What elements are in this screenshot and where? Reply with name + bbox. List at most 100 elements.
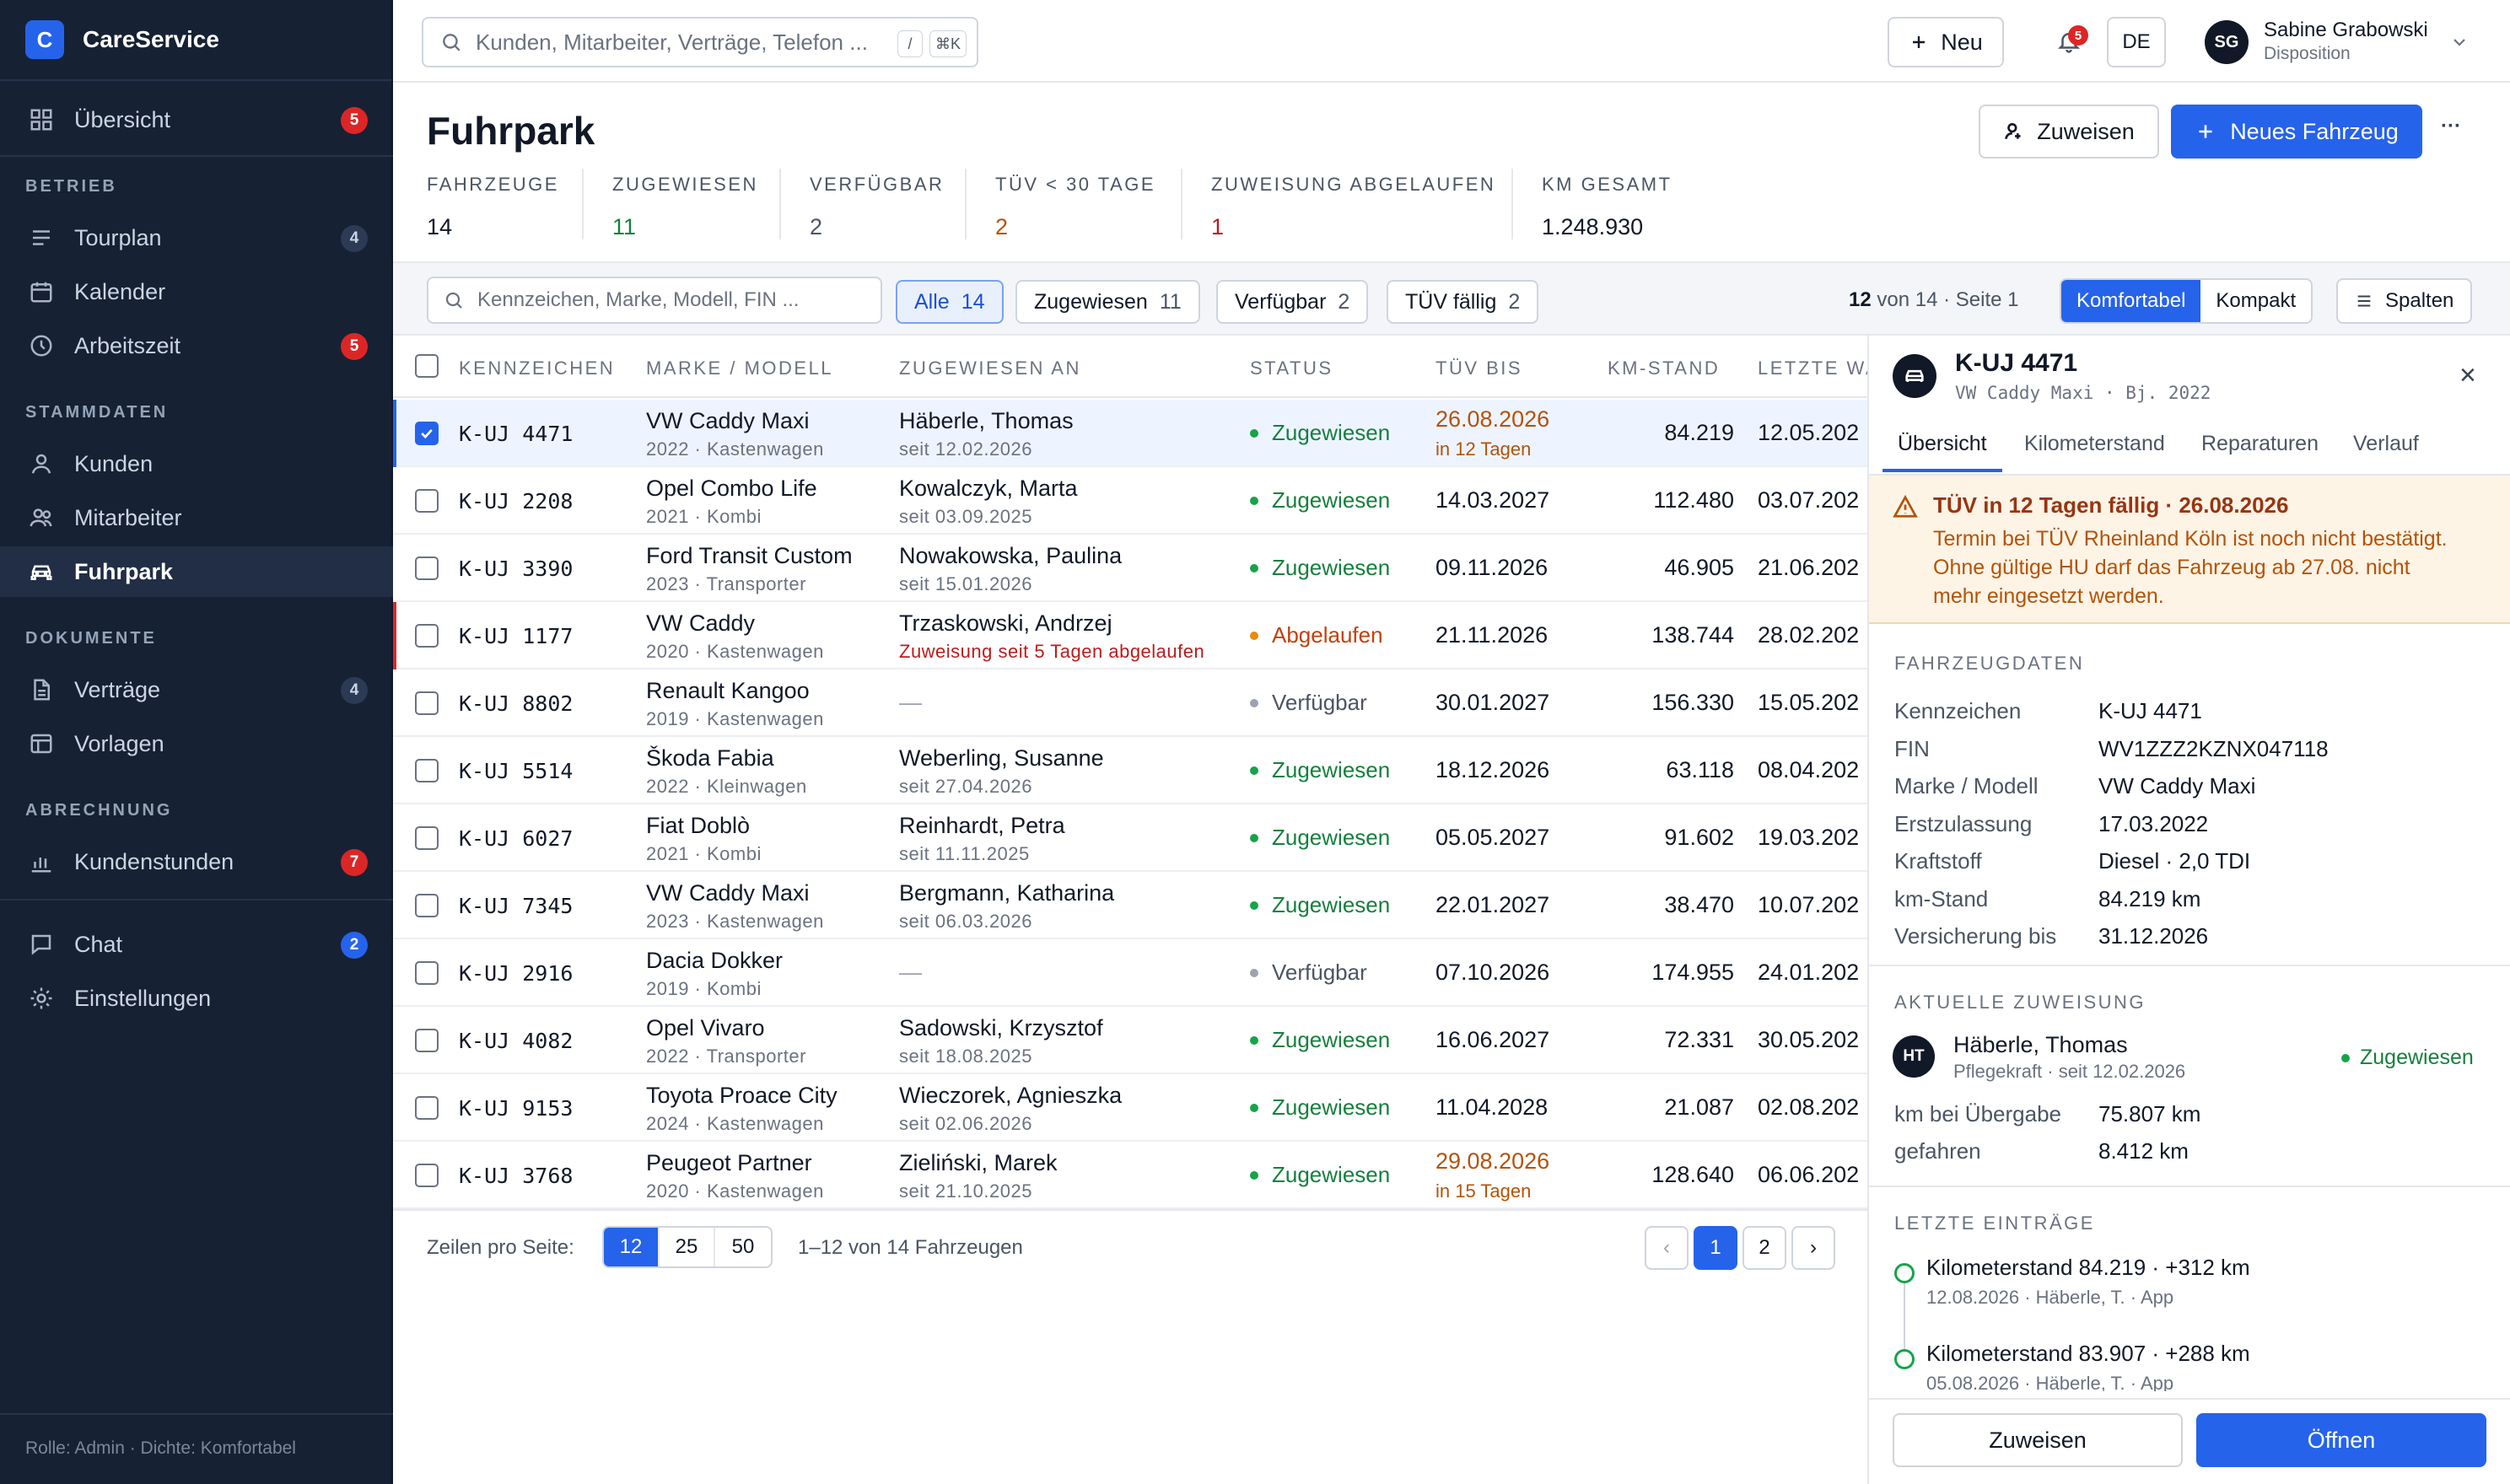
sidebar-item-tourplan[interactable]: Tourplan 4: [0, 212, 393, 263]
page-size-25[interactable]: 25: [660, 1228, 715, 1266]
filter-chip-alle[interactable]: Alle 14: [896, 280, 1004, 324]
stat-1: FAHRZEUGE 14: [427, 174, 559, 240]
row-checkbox[interactable]: [415, 894, 439, 917]
assigned-since: seit 18.08.2025: [899, 1046, 1032, 1067]
sidebar-item-fuhrpark[interactable]: Fuhrpark: [0, 546, 393, 597]
user-menu[interactable]: SG Sabine Grabowski Disposition: [2205, 15, 2491, 69]
sidebar-item-uebersicht[interactable]: Übersicht 5: [0, 94, 393, 145]
table-row[interactable]: K-UJ 2916 Dacia Dokker 2019 · Kombi — Ve…: [393, 939, 1867, 1007]
tab-kilometerstand[interactable]: Kilometerstand: [2024, 432, 2165, 456]
sidebar-item-kalender[interactable]: Kalender: [0, 266, 393, 317]
status-dot: [1250, 766, 1258, 775]
page-size-50[interactable]: 50: [715, 1228, 771, 1266]
sidebar-item-chat[interactable]: Chat 2: [0, 919, 393, 970]
row-checkbox[interactable]: [415, 961, 439, 985]
close-icon[interactable]: ×: [2459, 359, 2476, 392]
entry-title[interactable]: Kilometerstand 83.907 · +288 km: [1926, 1341, 2250, 1367]
app-logo[interactable]: C: [25, 20, 64, 59]
count-badge: 5: [341, 107, 368, 134]
more-options-button[interactable]: ···: [2441, 115, 2461, 138]
filter-chip-verfuegbar[interactable]: Verfügbar 2: [1216, 280, 1369, 324]
column-header-km-stand[interactable]: KM-STAND: [1608, 358, 1720, 379]
assignee: Weberling, Susanne: [899, 745, 1104, 771]
field-label: gefahren: [1894, 1138, 1981, 1164]
table-row[interactable]: K-UJ 1177 VW Caddy 2020 · Kastenwagen Tr…: [393, 602, 1867, 669]
timeline-line: [1904, 1273, 1905, 1349]
rows-per-page-label: Zeilen pro Seite:: [427, 1236, 574, 1259]
density-kompakt[interactable]: Kompakt: [2200, 280, 2311, 322]
table-row[interactable]: K-UJ 8802 Renault Kangoo 2019 · Kastenwa…: [393, 669, 1867, 737]
tab-uebersicht[interactable]: Übersicht: [1882, 432, 2002, 472]
sidebar-item-einstellungen[interactable]: Einstellungen: [0, 973, 393, 1024]
row-checkbox[interactable]: [415, 826, 439, 850]
sidebar-item-arbeitszeit[interactable]: Arbeitszeit 5: [0, 320, 393, 371]
table-row[interactable]: K-UJ 7345 VW Caddy Maxi 2023 · Kastenwag…: [393, 872, 1867, 939]
row-checkbox[interactable]: [415, 1029, 439, 1052]
filter-chip-tuev-faellig[interactable]: TÜV fällig 2: [1387, 280, 1539, 324]
check-icon: [421, 428, 433, 439]
density-komfortabel[interactable]: Komfortabel: [2061, 280, 2201, 322]
row-checkbox[interactable]: [415, 556, 439, 580]
vehicle-detail-panel: K-UJ 4471 VW Caddy Maxi · Bj. 2022 × Übe…: [1867, 336, 2510, 1484]
columns-button[interactable]: Spalten: [2336, 278, 2473, 324]
sidebar-item-kundenstunden[interactable]: Kundenstunden 7: [0, 836, 393, 887]
new-vehicle-button[interactable]: Neues Fahrzeug: [2171, 105, 2422, 159]
prev-page-button[interactable]: ‹: [1645, 1226, 1689, 1270]
gear-icon: [30, 987, 52, 1009]
row-checkbox[interactable]: [415, 759, 439, 782]
column-header-status[interactable]: STATUS: [1250, 358, 1333, 379]
row-checkbox[interactable]: [415, 1096, 439, 1120]
sidebar-item-kunden[interactable]: Kunden: [0, 438, 393, 489]
search-icon: [443, 34, 461, 51]
language-switch[interactable]: DE: [2107, 17, 2166, 67]
column-header-letzte-wartung[interactable]: LETZTE WA: [1758, 358, 1867, 379]
vehicle-model: Škoda Fabia: [646, 745, 774, 771]
table-row[interactable]: K-UJ 4471 VW Caddy Maxi 2022 · Kastenwag…: [393, 400, 1867, 467]
page-1-button[interactable]: 1: [1694, 1226, 1737, 1270]
notifications-button[interactable]: 5: [2051, 24, 2088, 61]
table-row[interactable]: K-UJ 6027 Fiat Doblò 2021 · Kombi Reinha…: [393, 804, 1867, 872]
new-button[interactable]: Neu: [1888, 17, 2004, 67]
table-row[interactable]: K-UJ 3768 Peugeot Partner 2020 · Kastenw…: [393, 1142, 1867, 1209]
page-2-button[interactable]: 2: [1742, 1226, 1786, 1270]
search-placeholder: Kunden, Mitarbeiter, Verträge, Telefon .…: [476, 29, 868, 55]
row-checkbox[interactable]: [415, 489, 439, 513]
status-badge: Verfügbar: [1250, 690, 1367, 716]
table-row[interactable]: K-UJ 9153 Toyota Proace City 2024 · Kast…: [393, 1074, 1867, 1142]
vehicle-search-input[interactable]: Kennzeichen, Marke, Modell, FIN ...: [427, 277, 882, 324]
panel-assign-button[interactable]: Zuweisen: [1893, 1413, 2183, 1467]
panel-actions: Zuweisen Öffnen: [1869, 1398, 2510, 1484]
sidebar-item-vorlagen[interactable]: Vorlagen: [0, 718, 393, 769]
column-header-kennzeichen[interactable]: KENNZEICHEN: [459, 358, 615, 379]
row-checkbox[interactable]: [415, 691, 439, 715]
last-service: 24.01.202: [1758, 960, 1860, 985]
sidebar-item-label: Vorlagen: [74, 730, 164, 756]
assignee-name[interactable]: Häberle, Thomas: [1953, 1032, 2128, 1058]
table-row[interactable]: K-UJ 5514 Škoda Fabia 2022 · Kleinwagen …: [393, 737, 1867, 804]
global-search-input[interactable]: Kunden, Mitarbeiter, Verträge, Telefon .…: [422, 17, 978, 67]
sidebar-item-vertraege[interactable]: Verträge 4: [0, 664, 393, 715]
row-checkbox[interactable]: [415, 1164, 439, 1187]
row-checkbox[interactable]: [415, 624, 439, 648]
open-button[interactable]: Öffnen: [2196, 1413, 2486, 1467]
tab-verlauf[interactable]: Verlauf: [2353, 432, 2419, 456]
next-page-button[interactable]: ›: [1791, 1226, 1835, 1270]
tab-reparaturen[interactable]: Reparaturen: [2201, 432, 2319, 456]
sidebar-item-label: Verträge: [74, 676, 161, 702]
table-row[interactable]: K-UJ 2208 Opel Combo Life 2021 · Kombi K…: [393, 467, 1867, 535]
entry-title[interactable]: Kilometerstand 84.219 · +312 km: [1926, 1255, 2250, 1281]
assign-button[interactable]: Zuweisen: [1979, 105, 2159, 159]
stat-value: 14: [427, 214, 453, 239]
column-header-zugewiesen-an[interactable]: ZUGEWIESEN AN: [899, 358, 1081, 379]
row-checkbox[interactable]: [415, 422, 439, 445]
stat-2: ZUGEWIESEN 11: [612, 174, 758, 240]
column-header-tuev-bis[interactable]: TÜV BIS: [1435, 358, 1522, 379]
column-header-marke-modell[interactable]: MARKE / MODELL: [646, 358, 833, 379]
sidebar-item-mitarbeiter[interactable]: Mitarbeiter: [0, 492, 393, 543]
table-row[interactable]: K-UJ 3390 Ford Transit Custom 2023 · Tra…: [393, 535, 1867, 602]
select-all-checkbox[interactable]: [415, 354, 439, 378]
user-icon: [31, 454, 51, 474]
page-size-12[interactable]: 12: [604, 1228, 660, 1266]
table-row[interactable]: K-UJ 4082 Opel Vivaro 2022 · Transporter…: [393, 1007, 1867, 1074]
filter-chip-zugewiesen[interactable]: Zugewiesen 11: [1015, 280, 1200, 324]
